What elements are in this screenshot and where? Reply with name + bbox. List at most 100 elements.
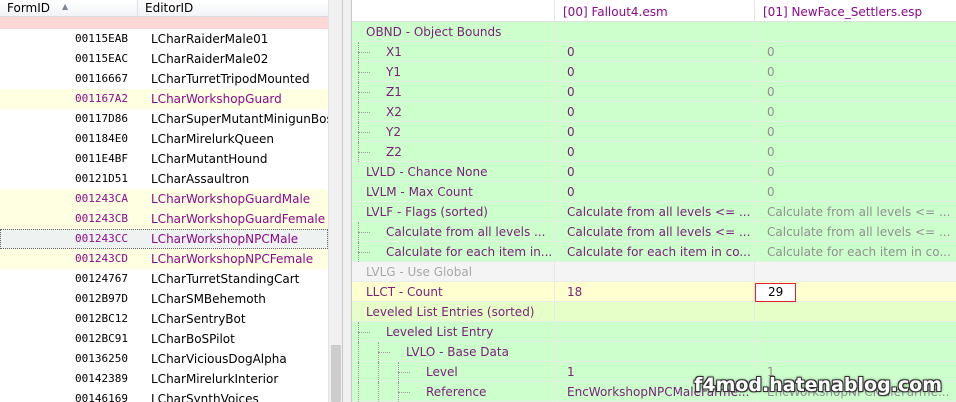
field-row[interactable]: Calculate for each item in... Calculate f… bbox=[352, 242, 956, 262]
field-value-master[interactable] bbox=[554, 22, 754, 42]
record-row[interactable]: 00115EAC LCharRaiderMale02 bbox=[0, 49, 328, 69]
field-name: Y1 bbox=[352, 62, 554, 82]
field-value-master[interactable]: 0 bbox=[554, 182, 754, 202]
record-view-grid: OBND - Object Bounds X1 0 0 Y1 0 0 Z1 0 0 X2 0 0 Y2 0 0… bbox=[352, 22, 956, 402]
field-value-plugin[interactable] bbox=[754, 342, 956, 362]
field-value-master[interactable]: 0 bbox=[554, 122, 754, 142]
field-value-master[interactable] bbox=[554, 342, 754, 362]
field-value-plugin[interactable] bbox=[754, 302, 956, 322]
field-value-plugin[interactable]: 0 bbox=[754, 82, 956, 102]
column-header-fallout4-esm[interactable]: [00] Fallout4.esm bbox=[554, 0, 754, 22]
record-list-pane: FormID ▲ EditorID 00115EAB LCharRaiderMal… bbox=[0, 0, 342, 402]
record-row[interactable]: 00116667 LCharTurretTripodMounted bbox=[0, 69, 328, 89]
record-row[interactable]: 0012B97D LCharSMBehemoth bbox=[0, 289, 328, 309]
column-header-editorid[interactable]: EditorID bbox=[138, 0, 328, 17]
field-row[interactable]: Z1 0 0 bbox=[352, 82, 956, 102]
field-value-plugin[interactable] bbox=[754, 322, 956, 342]
field-row[interactable]: LVLM - Max Count 0 0 bbox=[352, 182, 956, 202]
field-value-plugin[interactable]: 0 bbox=[754, 122, 956, 142]
field-name: LVLG - Use Global bbox=[366, 265, 473, 279]
record-row[interactable]: 001184E0 LCharMirelurkQueen bbox=[0, 129, 328, 149]
record-row[interactable]: 00146169 LCharSynthVoices bbox=[0, 389, 328, 402]
record-row[interactable]: 001243CA LCharWorkshopGuardMale bbox=[0, 189, 328, 209]
record-row[interactable]: 00121D51 LCharAssaultron bbox=[0, 169, 328, 189]
record-row[interactable]: 00117D86 LCharSuperMutantMinigunBos bbox=[0, 109, 328, 129]
field-row[interactable]: Y1 0 0 bbox=[352, 62, 956, 82]
field-value-plugin[interactable]: Calculate for each item in co... bbox=[754, 242, 956, 262]
field-value-master[interactable]: Calculate from all levels <= ... bbox=[554, 202, 754, 222]
scrollbar-thumb[interactable] bbox=[331, 345, 341, 402]
field-row[interactable]: LVLF - Flags (sorted) Calculate from all … bbox=[352, 202, 956, 222]
record-row[interactable]: 0012BC91 LCharBoSPilot bbox=[0, 329, 328, 349]
field-row[interactable]: LVLO - Base Data bbox=[352, 342, 956, 362]
field-value-plugin[interactable] bbox=[754, 262, 956, 282]
field-value-master[interactable]: Calculate for each item in co... bbox=[554, 242, 754, 262]
field-value-plugin[interactable]: 0 bbox=[754, 182, 956, 202]
field-row[interactable]: X1 0 0 bbox=[352, 42, 956, 62]
record-row[interactable]: 001243CD LCharWorkshopNPCFemale bbox=[0, 249, 328, 269]
field-value-master[interactable]: 0 bbox=[554, 142, 754, 162]
field-row[interactable]: LVLG - Use Global bbox=[352, 262, 956, 282]
field-value-master[interactable]: 0 bbox=[554, 102, 754, 122]
field-value-master[interactable]: 0 bbox=[554, 82, 754, 102]
field-value-plugin[interactable]: 0 bbox=[754, 102, 956, 122]
field-value-plugin[interactable]: 0 bbox=[754, 142, 956, 162]
record-formid: 001243CC bbox=[75, 232, 128, 245]
field-row[interactable]: Y2 0 0 bbox=[352, 122, 956, 142]
field-value-master[interactable]: 0 bbox=[554, 62, 754, 82]
record-row[interactable]: 00115EAB LCharRaiderMale01 bbox=[0, 29, 328, 49]
field-name: X2 bbox=[352, 102, 554, 122]
record-list-scrollbar[interactable] bbox=[328, 0, 342, 402]
record-row[interactable]: 0012BC12 LCharSentryBot bbox=[0, 309, 328, 329]
record-editorid: LCharWorkshopGuardMale bbox=[151, 192, 311, 206]
record-formid: 00146169 bbox=[75, 392, 128, 402]
record-view-header: [00] Fallout4.esm [01] NewFace_Settlers.… bbox=[352, 0, 956, 22]
field-value-plugin[interactable] bbox=[754, 22, 956, 42]
record-formid: 001243CB bbox=[75, 212, 128, 225]
field-value-master[interactable] bbox=[554, 322, 754, 342]
tree-branch bbox=[398, 392, 410, 393]
column-header-formid[interactable]: FormID bbox=[0, 0, 138, 17]
field-value-master[interactable]: 0 bbox=[554, 162, 754, 182]
field-row[interactable]: Leveled List Entries (sorted) bbox=[352, 302, 956, 322]
field-value-master[interactable]: 0 bbox=[554, 42, 754, 62]
record-row[interactable]: 001243CC LCharWorkshopNPCMale bbox=[0, 229, 328, 249]
field-value-master[interactable] bbox=[554, 302, 754, 322]
record-row[interactable]: 0011E4BF LCharMutantHound bbox=[0, 149, 328, 169]
field-value-master[interactable] bbox=[554, 262, 754, 282]
field-row[interactable]: Z2 0 0 bbox=[352, 142, 956, 162]
field-value-plugin[interactable]: Calculate from all levels <= ... bbox=[754, 202, 956, 222]
record-row[interactable]: 001243CB LCharWorkshopGuardFemale bbox=[0, 209, 328, 229]
field-name: Y2 bbox=[352, 122, 554, 142]
column-header-newface-settlers-esp[interactable]: [01] NewFace_Settlers.esp bbox=[754, 0, 956, 22]
field-value-master[interactable]: 18 bbox=[554, 282, 754, 302]
field-value-plugin[interactable]: Calculate from all levels <= ... bbox=[754, 222, 956, 242]
field-row[interactable]: X2 0 0 bbox=[352, 102, 956, 122]
field-name: OBND - Object Bounds bbox=[366, 25, 502, 39]
record-editorid: LCharRaiderMale01 bbox=[151, 32, 269, 46]
record-row[interactable]: 001167A2 LCharWorkshopGuard bbox=[0, 89, 328, 109]
record-editorid: LCharBoSPilot bbox=[151, 332, 235, 346]
watermark: f4mod.hatenablog.com bbox=[694, 374, 942, 396]
highlighted-count-value[interactable]: 29 bbox=[755, 283, 797, 302]
record-row[interactable]: 00136250 LCharViciousDogAlpha bbox=[0, 349, 328, 369]
record-row[interactable]: 00142389 LCharMirelurkInterior bbox=[0, 369, 328, 389]
field-row[interactable]: LVLD - Chance None 0 0 bbox=[352, 162, 956, 182]
field-row[interactable]: Calculate from all levels ... Calculate f… bbox=[352, 222, 956, 242]
record-row[interactable]: 00124767 LCharTurretStandingCart bbox=[0, 269, 328, 289]
field-row[interactable]: LLCT - Count 18 29 bbox=[352, 282, 956, 302]
field-row[interactable]: OBND - Object Bounds bbox=[352, 22, 956, 42]
record-editorid: LCharSuperMutantMinigunBos bbox=[151, 112, 328, 126]
field-value-plugin[interactable]: 0 bbox=[754, 162, 956, 182]
record-formid: 001167A2 bbox=[75, 92, 128, 105]
field-value-plugin[interactable]: 0 bbox=[754, 42, 956, 62]
record-row-partial[interactable] bbox=[0, 17, 328, 29]
field-value-master[interactable]: Calculate from all levels <= ... bbox=[554, 222, 754, 242]
pane-splitter[interactable] bbox=[342, 0, 352, 402]
field-name: LVLO - Base Data bbox=[352, 342, 554, 362]
tree-branch bbox=[398, 372, 410, 373]
tree-line bbox=[378, 362, 379, 382]
field-row[interactable]: Leveled List Entry bbox=[352, 322, 956, 342]
field-value-plugin[interactable]: 29 bbox=[754, 282, 956, 302]
field-value-plugin[interactable]: 0 bbox=[754, 62, 956, 82]
